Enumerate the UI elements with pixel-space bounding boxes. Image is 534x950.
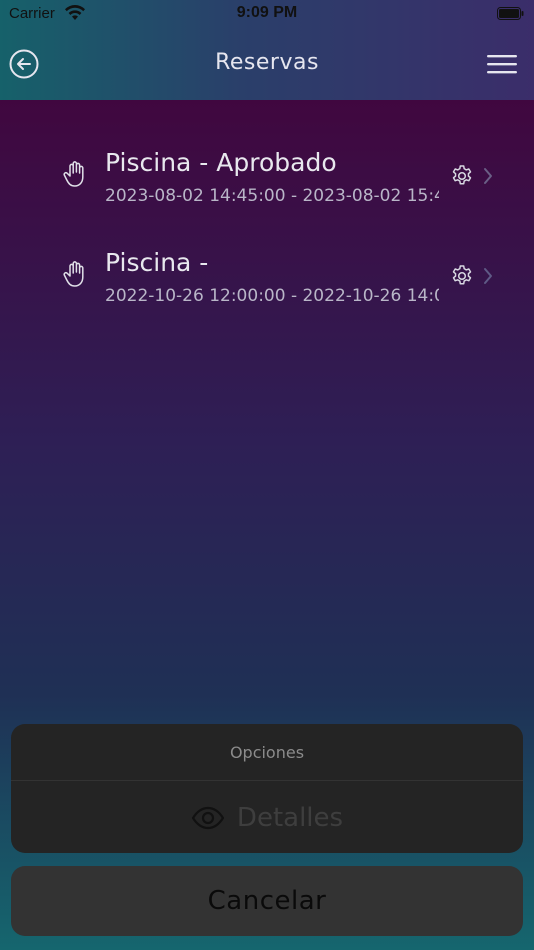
reservation-row[interactable]: Piscina - 2022-10-26 12:00:00 - 2022-10-… bbox=[0, 230, 534, 320]
hand-icon bbox=[63, 261, 84, 287]
reservation-dates: 2023-08-02 14:45:00 - 2023-08-02 15:43:0… bbox=[105, 186, 439, 206]
action-sheet-title: Opciones bbox=[11, 724, 523, 781]
gear-icon[interactable] bbox=[450, 264, 474, 288]
reservation-dates: 2022-10-26 12:00:00 - 2022-10-26 14:00:0… bbox=[105, 286, 439, 306]
reservation-row[interactable]: Piscina - Aprobado 2023-08-02 14:45:00 -… bbox=[0, 130, 534, 220]
cancel-button[interactable]: Cancelar bbox=[11, 866, 523, 936]
hamburger-menu-icon[interactable] bbox=[486, 53, 518, 75]
status-time: 9:09 PM bbox=[236, 4, 298, 21]
reservation-title: Piscina - Aprobado bbox=[105, 148, 337, 177]
chevron-right-icon bbox=[484, 168, 492, 184]
gear-icon[interactable] bbox=[450, 164, 474, 188]
reservations-screen: Carrier 9:09 PM Reservas Piscina - Aprob… bbox=[0, 0, 534, 950]
cancel-label: Cancelar bbox=[207, 886, 327, 916]
chevron-right-icon bbox=[484, 268, 492, 284]
details-button[interactable]: Detalles bbox=[11, 782, 523, 853]
battery-icon bbox=[497, 7, 524, 20]
details-label: Detalles bbox=[236, 802, 344, 833]
hand-icon bbox=[63, 161, 84, 187]
page-title: Reservas bbox=[215, 50, 319, 75]
eye-icon bbox=[191, 806, 225, 829]
options-action-sheet: Opciones Detalles bbox=[11, 724, 523, 853]
reservation-title: Piscina - bbox=[105, 248, 209, 277]
status-bar: Carrier 9:09 PM bbox=[0, 0, 534, 28]
